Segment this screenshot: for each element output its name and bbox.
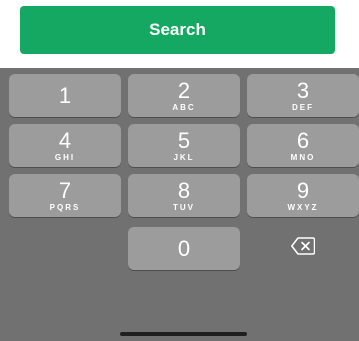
- key-letters: ABC: [172, 102, 196, 112]
- key-digit: 9: [296, 177, 310, 203]
- key-letters: JKL: [173, 152, 195, 162]
- key-letters: MNO: [290, 152, 316, 162]
- backspace-icon: [291, 237, 316, 260]
- key-7[interactable]: 7 PQRS: [9, 174, 121, 217]
- key-1[interactable]: 1: [9, 74, 121, 117]
- key-0[interactable]: 0: [128, 227, 240, 270]
- key-digit: 7: [58, 177, 72, 203]
- key-digit: 0: [177, 235, 191, 261]
- key-digit: 4: [58, 127, 72, 153]
- top-area: Search: [0, 0, 359, 68]
- key-digit: 5: [177, 127, 191, 153]
- key-3[interactable]: 3 DEF: [247, 74, 359, 117]
- key-5[interactable]: 5 JKL: [128, 124, 240, 167]
- key-digit: 1: [58, 82, 72, 108]
- key-6[interactable]: 6 MNO: [247, 124, 359, 167]
- key-4[interactable]: 4 GHI: [9, 124, 121, 167]
- numeric-keypad: 1 2 ABC 3 DEF 4 GHI 5 JKL 6 MNO 7 PQRS 8…: [0, 68, 359, 341]
- key-digit: 8: [177, 177, 191, 203]
- key-letters: GHI: [54, 152, 76, 162]
- key-digit: 2: [177, 77, 191, 103]
- key-letters: DEF: [292, 102, 314, 112]
- key-letters: PQRS: [49, 202, 81, 212]
- key-2[interactable]: 2 ABC: [128, 74, 240, 117]
- key-digit: 3: [296, 77, 310, 103]
- backspace-button[interactable]: [247, 227, 359, 270]
- home-indicator[interactable]: [120, 332, 247, 336]
- key-8[interactable]: 8 TUV: [128, 174, 240, 217]
- key-9[interactable]: 9 WXYZ: [247, 174, 359, 217]
- key-letters: WXYZ: [287, 202, 319, 212]
- search-button[interactable]: Search: [20, 6, 335, 54]
- key-digit: 6: [296, 127, 310, 153]
- key-letters: TUV: [173, 202, 195, 212]
